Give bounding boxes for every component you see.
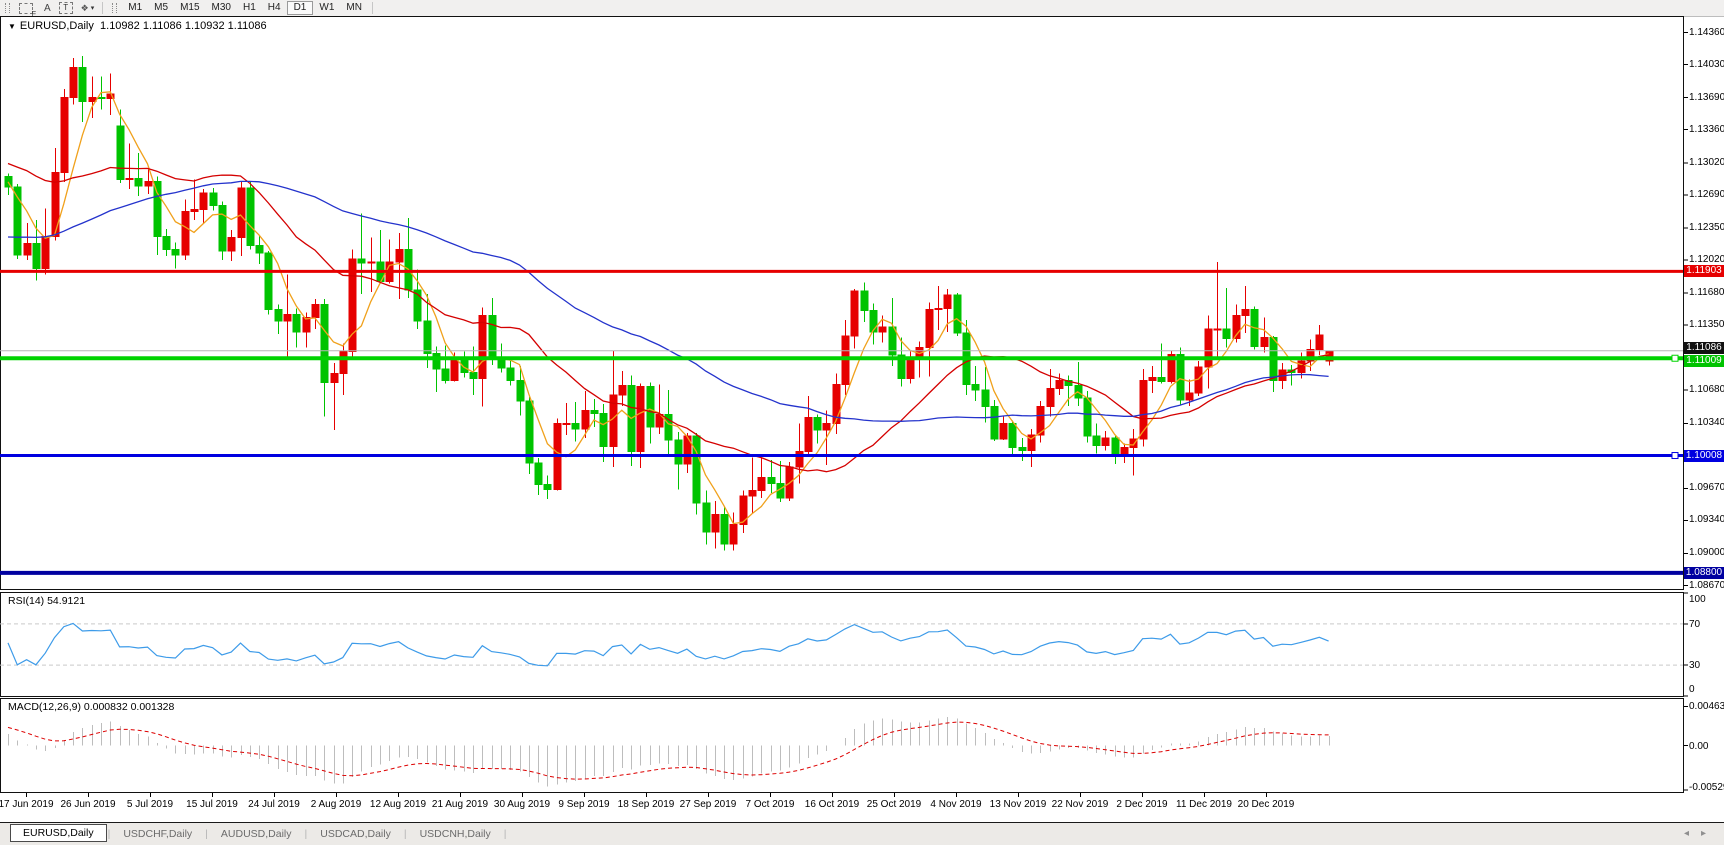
tab-usdcnh-daily[interactable]: USDCNH,Daily [408, 826, 503, 842]
tab-eurusd-daily[interactable]: EURUSD,Daily [10, 824, 107, 842]
tab-audusd-daily[interactable]: AUDUSD,Daily [209, 826, 304, 842]
date-axis-label: 27 Sep 2019 [680, 799, 737, 810]
price-tick-label: 1.11680 [1689, 287, 1724, 298]
date-axis-label: 7 Oct 2019 [746, 799, 795, 810]
symbol-tab-bar: EURUSD,Daily | USDCHF,Daily | AUDUSD,Dai… [0, 822, 1724, 845]
rsi-scale-label: 30 [1689, 660, 1700, 671]
date-axis-label: 20 Dec 2019 [1238, 799, 1295, 810]
mt4-terminal: { "toolbar": { "fib_letter": "F", "text_… [0, 0, 1724, 844]
price-tick-label: 1.13690 [1689, 92, 1724, 103]
tab-separator: | [503, 828, 508, 840]
date-axis-label: 26 Jun 2019 [60, 799, 115, 810]
current-price-badge: 1.11086 [1684, 342, 1724, 354]
price-tick-label: 1.11350 [1689, 319, 1724, 330]
price-tick-label: 1.12690 [1689, 189, 1724, 200]
date-axis-label: 25 Oct 2019 [867, 799, 921, 810]
hline-price-badge: 1.11903 [1684, 265, 1724, 277]
price-tick-label: 1.09670 [1689, 482, 1724, 493]
date-axis-label: 5 Jul 2019 [127, 799, 173, 810]
price-tick-label: 1.13020 [1689, 157, 1724, 168]
hline-price-badge: 1.08800 [1684, 567, 1724, 579]
macd-indicator-label: MACD(12,26,9) 0.000832 0.001328 [8, 701, 174, 713]
date-axis-label: 13 Nov 2019 [990, 799, 1047, 810]
hline-price-badge: 1.10008 [1684, 450, 1724, 462]
tab-scroll-left-icon: ◂ [1684, 828, 1701, 839]
hline-price-badge: 1.11009 [1684, 355, 1724, 367]
date-axis-label: 22 Nov 2019 [1052, 799, 1109, 810]
price-tick-label: 1.09340 [1689, 514, 1724, 525]
price-tick-label: 1.09000 [1689, 547, 1724, 558]
rsi-scale-label: 100 [1689, 594, 1706, 605]
rsi-scale-label: 0 [1689, 684, 1695, 695]
date-axis-label: 4 Nov 2019 [930, 799, 981, 810]
chart-title: ▼ EURUSD,Daily 1.10982 1.11086 1.10932 1.… [8, 20, 267, 32]
price-tick-label: 1.13360 [1689, 124, 1724, 135]
date-axis-label: 9 Sep 2019 [558, 799, 609, 810]
price-tick-label: 1.12350 [1689, 222, 1724, 233]
date-axis-label: 30 Aug 2019 [494, 799, 550, 810]
date-axis-label: 18 Sep 2019 [618, 799, 675, 810]
chart-canvas[interactable] [0, 0, 1724, 822]
rsi-indicator-label: RSI(14) 54.9121 [8, 595, 85, 607]
price-tick-label: 1.08670 [1689, 580, 1724, 591]
price-tick-label: 1.12020 [1689, 254, 1724, 265]
macd-scale-label: 0.00463 [1689, 701, 1724, 712]
hline-handle [1672, 355, 1678, 361]
date-axis-label: 16 Oct 2019 [805, 799, 859, 810]
date-axis-label: 2 Aug 2019 [311, 799, 362, 810]
tab-usdchf-daily[interactable]: USDCHF,Daily [111, 826, 204, 842]
rsi-scale-label: 70 [1689, 619, 1700, 630]
price-tick-label: 1.14360 [1689, 27, 1724, 38]
tab-scroll-right-icon: ▸ [1701, 828, 1718, 839]
tab-usdcad-daily[interactable]: USDCAD,Daily [308, 826, 403, 842]
date-axis-label: 17 Jun 2019 [0, 799, 54, 810]
hline-handle [1672, 453, 1678, 459]
date-axis-label: 11 Dec 2019 [1176, 799, 1232, 810]
macd-scale-label: 0.00 [1689, 741, 1708, 752]
price-tick-label: 1.10340 [1689, 417, 1724, 428]
date-axis-label: 12 Aug 2019 [370, 799, 426, 810]
date-axis-label: 15 Jul 2019 [186, 799, 238, 810]
price-tick-label: 1.14030 [1689, 59, 1724, 70]
price-tick-label: 1.10680 [1689, 384, 1724, 395]
date-axis-label: 24 Jul 2019 [248, 799, 300, 810]
date-axis-label: 21 Aug 2019 [432, 799, 488, 810]
date-axis-label: 2 Dec 2019 [1116, 799, 1167, 810]
tab-scroll-arrows[interactable]: ◂▸ [1684, 828, 1718, 839]
macd-scale-label: -0.00529 [1689, 782, 1724, 793]
chart-symbol-label: EURUSD,Daily [20, 20, 94, 32]
chart-dropdown-icon[interactable]: ▼ [8, 22, 16, 31]
chart-ohlc-values: 1.10982 1.11086 1.10932 1.11086 [100, 20, 267, 32]
